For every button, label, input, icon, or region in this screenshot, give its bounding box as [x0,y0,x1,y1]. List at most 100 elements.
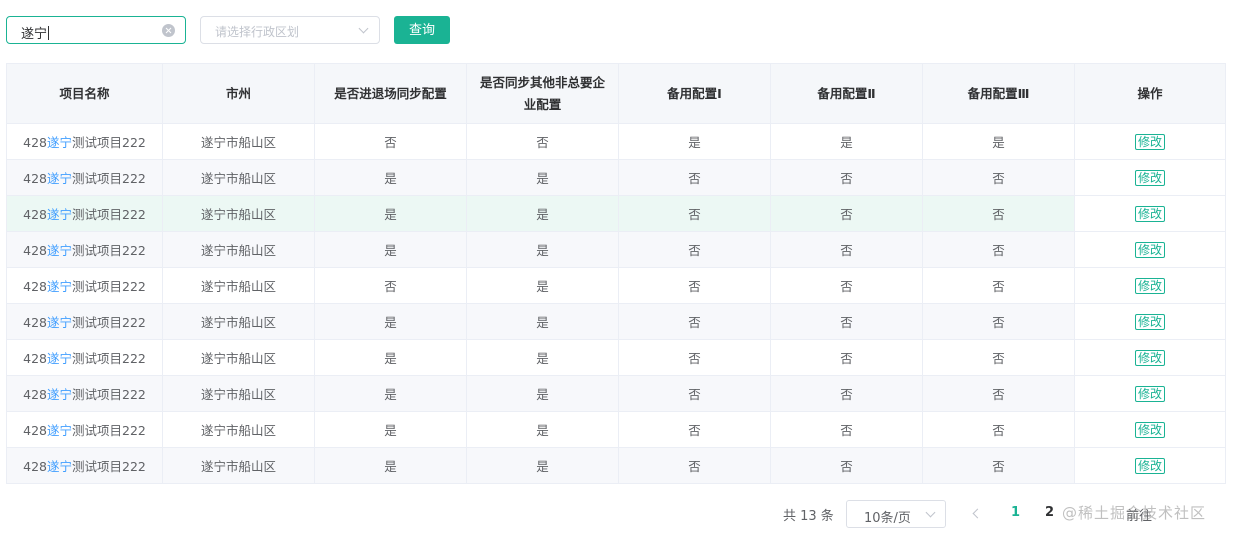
cell-city: 遂宁市船山区 [162,195,315,232]
cell-backup-1: 否 [618,339,771,376]
cell-city: 遂宁市船山区 [162,123,315,160]
column-header-sync-other[interactable]: 是否同步其他非总要企业配置 [466,63,619,124]
cell-backup-1: 否 [618,375,771,412]
cell-project-name: 428遂宁测试项目222 [6,267,163,304]
table-row[interactable]: 428遂宁测试项目222 遂宁市船山区是是否否否修改 [6,303,1226,340]
cell-sync-entry: 是 [314,231,467,268]
cell-backup-2: 否 [770,195,923,232]
column-header-city[interactable]: 市州 [162,63,315,124]
cell-sync-other: 是 [466,339,619,376]
edit-button[interactable]: 修改 [1134,205,1165,222]
project-name-highlight: 遂宁 [46,459,72,474]
search-input-value: 遂宁 [21,27,48,42]
edit-button[interactable]: 修改 [1134,169,1165,186]
cell-actions: 修改 [1074,375,1226,412]
cell-city: 遂宁市船山区 [162,231,315,268]
column-header-backup-2[interactable]: 备用配置Ⅱ [770,63,923,124]
edit-button[interactable]: 修改 [1134,133,1165,150]
cell-backup-1: 否 [618,231,771,268]
project-name-suffix: 测试项目222 [72,387,146,402]
edit-button[interactable]: 修改 [1134,421,1165,438]
column-header-backup-1[interactable]: 备用配置Ⅰ [618,63,771,124]
page-size-select[interactable]: 10条/页 [846,500,946,528]
project-name-highlight: 遂宁 [46,423,72,438]
column-header-backup-3[interactable]: 备用配置Ⅲ [922,63,1075,124]
cell-sync-entry: 是 [314,303,467,340]
project-name-highlight: 遂宁 [46,135,72,150]
search-input[interactable]: 遂宁 [6,16,186,44]
table-row[interactable]: 428遂宁测试项目222 遂宁市船山区是是否否否修改 [6,339,1226,376]
cell-backup-3: 否 [922,375,1075,412]
cell-sync-entry: 是 [314,447,467,484]
cell-backup-3: 否 [922,411,1075,448]
page-number-2[interactable]: 2 [1045,505,1054,520]
clear-icon[interactable] [162,24,175,37]
cell-backup-2: 否 [770,375,923,412]
edit-button[interactable]: 修改 [1134,385,1165,402]
cell-sync-entry: 是 [314,195,467,232]
table-row[interactable]: 428遂宁测试项目222 遂宁市船山区是是否否否修改 [6,231,1226,268]
cell-backup-2: 否 [770,447,923,484]
project-name-suffix: 测试项目222 [72,243,146,258]
cell-sync-entry: 否 [314,267,467,304]
cell-project-name: 428遂宁测试项目222 [6,447,163,484]
table-row[interactable]: 428遂宁测试项目222 遂宁市船山区否是否否否修改 [6,267,1226,304]
cell-backup-2: 否 [770,267,923,304]
table-row[interactable]: 428遂宁测试项目222 遂宁市船山区是是否否否修改 [6,159,1226,196]
project-name-prefix: 428 [23,351,47,366]
page-number-1[interactable]: 1 [1011,505,1020,520]
cell-actions: 修改 [1074,123,1226,160]
cell-backup-2: 否 [770,339,923,376]
query-button[interactable]: 查询 [394,16,450,44]
cell-sync-other: 是 [466,411,619,448]
cell-backup-1: 否 [618,267,771,304]
project-name-prefix: 428 [23,171,47,186]
cell-project-name: 428遂宁测试项目222 [6,231,163,268]
cell-sync-other: 是 [466,447,619,484]
cell-backup-2: 是 [770,123,923,160]
edit-button[interactable]: 修改 [1134,457,1165,474]
chevron-down-icon [925,507,936,518]
cell-sync-entry: 是 [314,375,467,412]
cell-project-name: 428遂宁测试项目222 [6,339,163,376]
table-row[interactable]: 428遂宁测试项目222 遂宁市船山区是是否否否修改 [6,375,1226,412]
cell-backup-3: 否 [922,339,1075,376]
cell-actions: 修改 [1074,231,1226,268]
project-name-prefix: 428 [23,387,47,402]
cell-backup-1: 否 [618,195,771,232]
table-row[interactable]: 428遂宁测试项目222 遂宁市船山区是是否否否修改 [6,447,1226,484]
prev-page-icon[interactable] [972,508,983,519]
cell-backup-2: 否 [770,303,923,340]
cell-actions: 修改 [1074,195,1226,232]
cell-actions: 修改 [1074,303,1226,340]
watermark: @稀土掘金技术社区 [1062,504,1207,522]
table-row[interactable]: 428遂宁测试项目222 遂宁市船山区是是否否否修改 [6,411,1226,448]
edit-button[interactable]: 修改 [1134,277,1165,294]
chevron-down-icon [358,23,369,34]
edit-button[interactable]: 修改 [1134,241,1165,258]
project-name-suffix: 测试项目222 [72,315,146,330]
project-name-highlight: 遂宁 [46,387,72,402]
cell-sync-entry: 是 [314,339,467,376]
cell-backup-1: 是 [618,123,771,160]
project-name-highlight: 遂宁 [46,243,72,258]
cell-backup-3: 否 [922,447,1075,484]
column-header-actions: 操作 [1074,63,1226,124]
cell-city: 遂宁市船山区 [162,159,315,196]
cell-sync-other: 否 [466,123,619,160]
region-select[interactable]: 请选择行政区划 [200,16,380,44]
cell-backup-3: 否 [922,303,1075,340]
column-header-sync-entry[interactable]: 是否进退场同步配置 [314,63,467,124]
edit-button[interactable]: 修改 [1134,313,1165,330]
cell-city: 遂宁市船山区 [162,447,315,484]
edit-button[interactable]: 修改 [1134,349,1165,366]
total-count: 共 13 条 [783,509,834,524]
cell-backup-3: 否 [922,231,1075,268]
table-row[interactable]: 428遂宁测试项目222 遂宁市船山区否否是是是修改 [6,123,1226,160]
filter-toolbar: 遂宁 请选择行政区划 查询 [6,16,1236,44]
project-name-highlight: 遂宁 [46,351,72,366]
cell-backup-2: 否 [770,231,923,268]
table-row[interactable]: 428遂宁测试项目222 遂宁市船山区是是否否否修改 [6,195,1226,232]
column-header-project-name[interactable]: 项目名称 [6,63,163,124]
project-name-suffix: 测试项目222 [72,423,146,438]
